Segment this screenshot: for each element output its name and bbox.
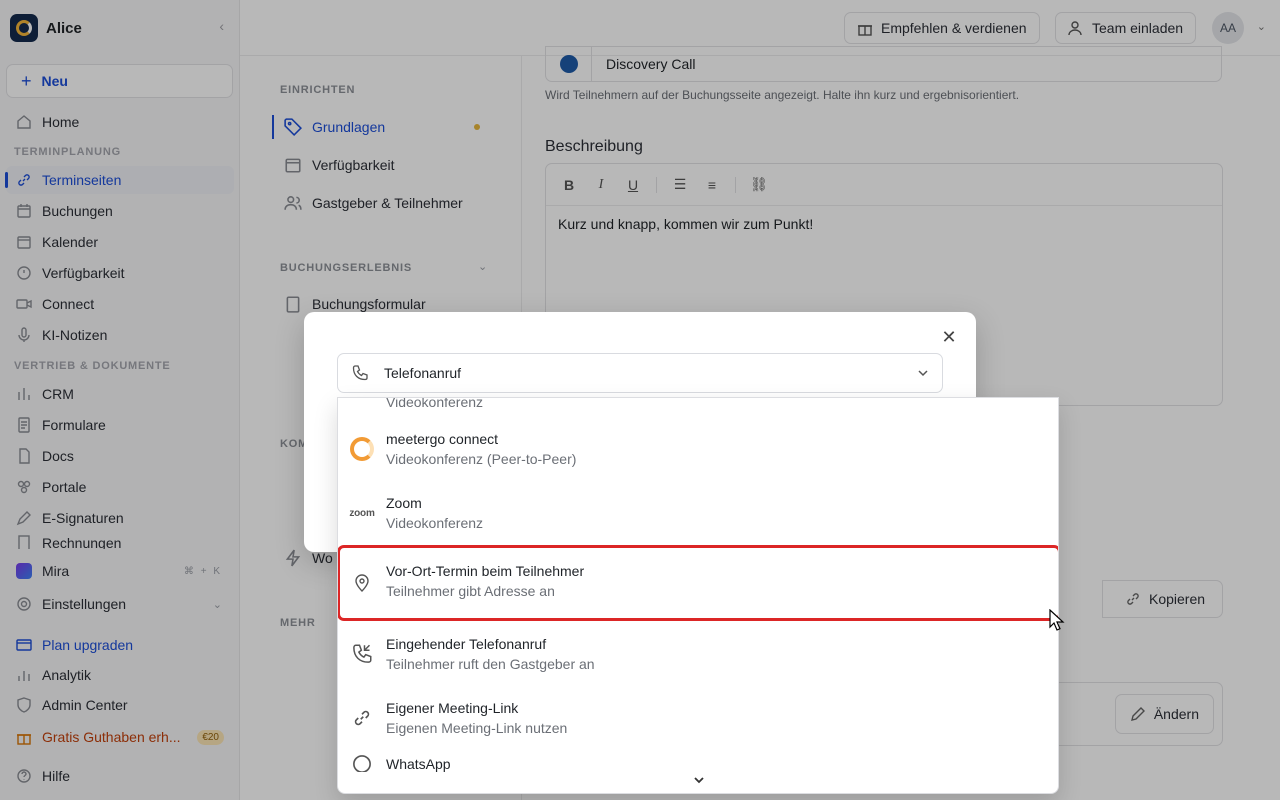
option-title: WhatsApp [386, 756, 451, 772]
option-eingehender-telefonanruf[interactable]: Eingehender Telefonanruf Teilnehmer ruft… [338, 622, 1058, 686]
option-meetergo-connect[interactable]: meetergo connect Videokonferenz (Peer-to… [338, 417, 1058, 481]
meetergo-icon [350, 437, 374, 461]
option-subtitle: Videokonferenz (Peer-to-Peer) [386, 451, 577, 467]
option-title: Eigener Meeting-Link [386, 700, 519, 716]
option-partial-subtitle: Videokonferenz [386, 397, 484, 410]
option-subtitle: Videokonferenz [386, 515, 484, 531]
mouse-cursor-icon [1049, 609, 1065, 631]
phone-icon [352, 365, 368, 381]
location-select-value: Telefonanruf [384, 365, 462, 381]
option-zoom[interactable]: zoom Zoom Videokonferenz [338, 481, 1058, 545]
zoom-icon: zoom [349, 501, 375, 525]
option-eigener-meeting-link[interactable]: Eigener Meeting-Link Eigenen Meeting-Lin… [338, 686, 1058, 750]
option-whatsapp[interactable]: WhatsApp [338, 750, 1058, 772]
scroll-down-chevron-icon[interactable] [692, 773, 706, 787]
close-icon[interactable]: ✕ [938, 326, 960, 348]
location-dropdown: Videokonferenz meetergo connect Videokon… [337, 397, 1059, 794]
option-subtitle: Eigenen Meeting-Link nutzen [386, 720, 568, 736]
location-select[interactable]: Telefonanruf [337, 353, 943, 393]
option-vor-ort-termin[interactable]: Vor-Ort-Termin beim Teilnehmer Teilnehme… [338, 545, 1058, 621]
link-icon [350, 706, 374, 730]
option-title: Eingehender Telefonanruf [386, 636, 547, 652]
option-title: meetergo connect [386, 431, 499, 447]
option-subtitle: Teilnehmer ruft den Gastgeber an [386, 656, 595, 672]
phone-incoming-icon [350, 642, 374, 666]
zoom-icon-text: zoom [349, 507, 375, 519]
location-pin-icon [350, 571, 374, 595]
chevron-down-icon [918, 370, 928, 377]
app: Alice ‹ + Neu Home TERMINPLANUNG Termins… [0, 0, 1280, 800]
option-title: Vor-Ort-Termin beim Teilnehmer [386, 563, 585, 579]
whatsapp-icon [350, 752, 374, 772]
option-title: Zoom [386, 495, 422, 511]
option-subtitle: Teilnehmer gibt Adresse an [386, 583, 555, 599]
